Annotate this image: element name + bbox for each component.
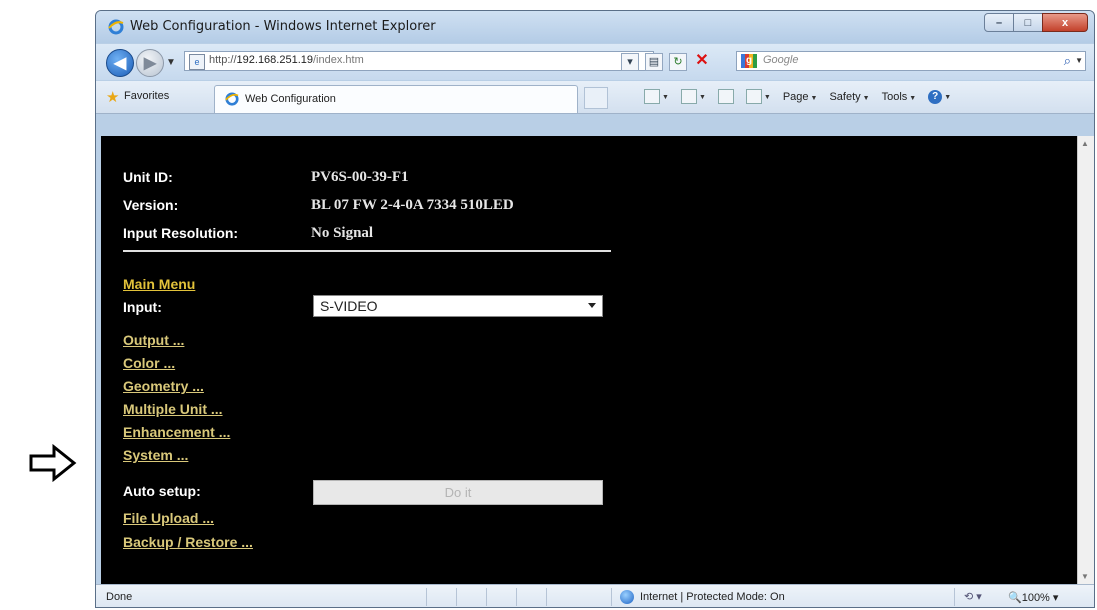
globe-icon xyxy=(620,590,634,604)
address-bar: ◀ ▶ ▼ e http://192.168.251.19/index.htm … xyxy=(96,44,1094,80)
url-tools: ▾ ▤ ↻ ✕ xyxy=(621,53,711,71)
feeds-button[interactable]: ▼ xyxy=(680,89,706,104)
print-icon xyxy=(745,89,762,104)
page-menu[interactable]: Page ▼ xyxy=(783,91,818,103)
status-divider xyxy=(546,588,547,606)
search-icon[interactable]: ⌕ xyxy=(1064,53,1071,69)
print-button[interactable]: ▼ xyxy=(745,89,771,104)
url-input[interactable]: e http://192.168.251.19/index.htm xyxy=(184,51,654,71)
chevron-down-icon xyxy=(588,303,596,308)
unit-id-value: PV6S-00-39-F1 xyxy=(311,169,409,185)
favorites-button[interactable]: Favorites xyxy=(124,90,169,102)
status-text: Done xyxy=(106,591,133,603)
multiple-unit-link[interactable]: Multiple Unit ... xyxy=(123,401,223,417)
file-upload-link[interactable]: File Upload ... xyxy=(123,510,214,526)
version-label: Version: xyxy=(123,197,179,213)
zoom-level[interactable]: 🔍100% ▾ xyxy=(1008,591,1058,604)
favorites-star-icon[interactable]: ★ xyxy=(106,88,119,106)
google-logo-icon: g xyxy=(741,54,757,68)
scroll-up-icon[interactable]: ▲ xyxy=(1081,139,1089,148)
version-value: BL 07 FW 2-4-0A 7334 510LED xyxy=(311,197,514,213)
status-divider xyxy=(426,588,427,606)
feeds-icon xyxy=(680,89,697,104)
safety-menu[interactable]: Safety ▼ xyxy=(829,91,869,103)
input-resolution-label: Input Resolution: xyxy=(123,225,239,241)
history-dropdown-icon[interactable]: ▼ xyxy=(166,57,176,68)
page-content: Unit ID: PV6S-00-39-F1 Version: BL 07 FW… xyxy=(101,136,1077,584)
refresh-icon[interactable]: ↻ xyxy=(669,53,687,71)
back-button[interactable]: ◀ xyxy=(106,49,134,77)
home-icon xyxy=(644,89,660,104)
compat-view-icon[interactable]: ▤ xyxy=(645,53,663,71)
color-link[interactable]: Color ... xyxy=(123,355,175,371)
forward-arrow-icon: ▶ xyxy=(143,55,157,72)
mail-icon xyxy=(717,89,734,104)
status-divider xyxy=(486,588,487,606)
search-input[interactable]: g Google ⌕ ▼ xyxy=(736,51,1086,71)
page-favicon-icon: e xyxy=(189,54,205,70)
window-title: Web Configuration - Windows Internet Exp… xyxy=(130,19,436,34)
command-bar: ▼ ▼ ▼ Page ▼ Safety ▼ Tools ▼ ? ▼ xyxy=(644,89,951,104)
unit-id-label: Unit ID: xyxy=(123,169,173,185)
right-arrow-icon xyxy=(29,444,77,482)
input-select[interactable]: S-VIDEO xyxy=(313,295,603,317)
close-button[interactable]: x xyxy=(1042,13,1088,32)
auto-setup-label: Auto setup: xyxy=(123,483,201,499)
maximize-button[interactable]: □ xyxy=(1013,13,1043,32)
tab-web-configuration[interactable]: Web Configuration xyxy=(214,85,578,113)
input-label: Input: xyxy=(123,299,162,315)
zoom-icon: 🔍 xyxy=(1008,592,1022,604)
search-placeholder: Google xyxy=(763,54,799,66)
backup-restore-link[interactable]: Backup / Restore ... xyxy=(123,534,253,550)
tab-label: Web Configuration xyxy=(245,93,336,105)
input-select-value: S-VIDEO xyxy=(320,298,378,314)
enhancement-link[interactable]: Enhancement ... xyxy=(123,424,230,440)
scroll-down-icon[interactable]: ▼ xyxy=(1081,572,1089,581)
ie-icon xyxy=(108,19,124,35)
search-dropdown-icon[interactable]: ▼ xyxy=(1075,56,1083,65)
browser-window: Web Configuration - Windows Internet Exp… xyxy=(95,10,1095,608)
vertical-scrollbar[interactable]: ▲ ▼ xyxy=(1077,136,1094,584)
mail-button[interactable] xyxy=(717,89,734,104)
forward-button[interactable]: ▶ xyxy=(136,49,164,77)
input-resolution-value: No Signal xyxy=(311,225,374,241)
status-divider xyxy=(516,588,517,606)
system-link[interactable]: System ... xyxy=(123,447,188,463)
protected-mode-icon[interactable]: ⟲ ▾ xyxy=(964,590,982,603)
url-dropdown-icon[interactable]: ▾ xyxy=(621,53,639,71)
home-button[interactable]: ▼ xyxy=(644,89,669,104)
minimize-button[interactable]: – xyxy=(984,13,1014,32)
back-arrow-icon: ◀ xyxy=(113,55,127,72)
url-text: http://192.168.251.19/index.htm xyxy=(209,54,364,66)
status-bar: Done Internet | Protected Mode: On ⟲ ▾ 🔍… xyxy=(96,584,1094,607)
title-bar: Web Configuration - Windows Internet Exp… xyxy=(96,11,1094,43)
status-divider xyxy=(456,588,457,606)
stop-icon[interactable]: ✕ xyxy=(693,53,711,71)
new-tab-button[interactable] xyxy=(584,87,608,109)
tools-menu[interactable]: Tools ▼ xyxy=(882,91,917,103)
output-link[interactable]: Output ... xyxy=(123,332,184,348)
geometry-link[interactable]: Geometry ... xyxy=(123,378,204,394)
help-button[interactable]: ? ▼ xyxy=(928,89,951,104)
ie-tab-icon xyxy=(225,92,239,106)
security-zone[interactable]: Internet | Protected Mode: On xyxy=(640,591,785,603)
status-divider xyxy=(611,588,612,606)
window-controls: – □ x xyxy=(984,13,1088,32)
status-divider xyxy=(954,588,955,606)
divider xyxy=(123,250,611,252)
main-menu-link[interactable]: Main Menu xyxy=(123,276,195,292)
favorites-bar: ★ Favorites Web Configuration ▼ ▼ ▼ Page… xyxy=(96,81,1094,114)
help-icon: ? xyxy=(928,89,943,104)
do-it-button[interactable]: Do it xyxy=(313,480,603,505)
